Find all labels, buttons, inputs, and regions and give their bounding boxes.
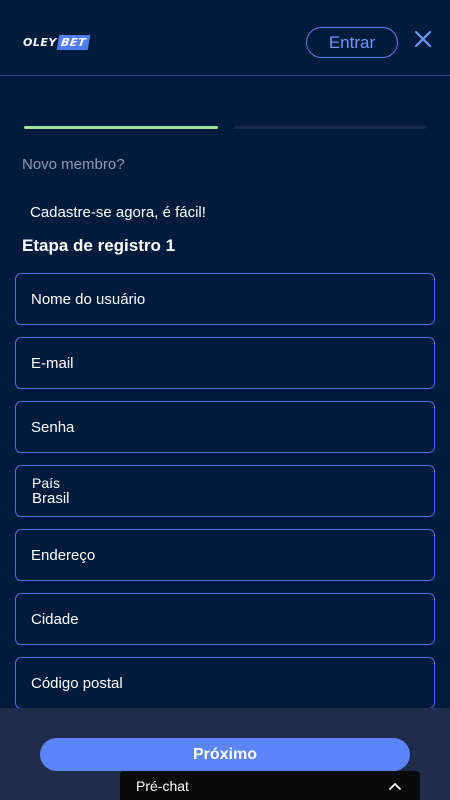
country-label: País (32, 475, 61, 491)
progress-step-2 (233, 126, 426, 129)
signup-prompt: Cadastre-se agora, é fácil! (30, 204, 206, 221)
step-title: Etapa de registro 1 (22, 236, 176, 255)
city-field[interactable]: Cidade (15, 593, 435, 645)
chevron-up-icon[interactable] (388, 781, 402, 791)
postal-code-placeholder: Código postal (31, 674, 123, 692)
email-field[interactable]: E-mail (15, 337, 435, 389)
password-field[interactable]: Senha (15, 401, 435, 453)
prechat-label: Pré-chat (136, 777, 189, 794)
next-button[interactable]: Próximo (40, 738, 410, 771)
close-icon[interactable] (412, 28, 434, 50)
login-button[interactable]: Entrar (306, 27, 398, 58)
header: OLEY BET Entrar (0, 0, 450, 76)
email-placeholder: E-mail (31, 354, 74, 372)
prechat-widget[interactable]: Pré-chat (120, 771, 420, 800)
new-member-text: Novo membro? (22, 156, 125, 173)
address-placeholder: Endereço (31, 546, 96, 564)
username-field[interactable]: Nome do usuário (15, 273, 435, 325)
country-value: Brasil (32, 490, 70, 507)
oleybet-logo[interactable]: OLEY BET (23, 35, 91, 50)
progress-step-1 (24, 126, 218, 129)
logo-text-bet: BET (56, 35, 91, 50)
address-field[interactable]: Endereço (15, 529, 435, 581)
logo-text-oley: OLEY (23, 36, 57, 49)
city-placeholder: Cidade (31, 610, 79, 628)
username-placeholder: Nome do usuário (31, 290, 146, 308)
country-select[interactable]: País Brasil (15, 465, 435, 517)
password-placeholder: Senha (31, 418, 75, 436)
postal-code-field[interactable]: Código postal (15, 657, 435, 709)
